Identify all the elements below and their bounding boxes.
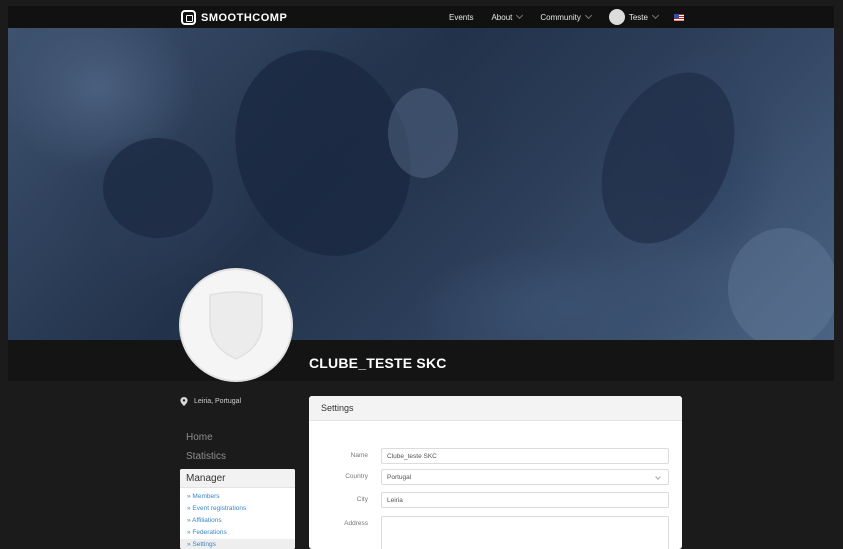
nav-community[interactable]: Community bbox=[540, 11, 592, 22]
address-row: Address bbox=[309, 516, 682, 549]
top-navbar: SMOOTHCOMP Events About Community Teste bbox=[8, 6, 834, 28]
chevron-down-icon bbox=[655, 474, 661, 480]
club-logo bbox=[179, 268, 293, 382]
manager-link-settings[interactable]: » Settings bbox=[180, 539, 295, 549]
cover-photo-shape bbox=[103, 138, 213, 238]
nav-events[interactable]: Events bbox=[449, 13, 473, 22]
settings-panel-title: Settings bbox=[309, 396, 682, 421]
nav-about[interactable]: About bbox=[491, 11, 524, 22]
manager-link-event-registrations[interactable]: » Event registrations bbox=[187, 503, 288, 515]
user-name: Teste bbox=[628, 12, 648, 22]
manager-link-affiliations[interactable]: » Affiliations bbox=[187, 515, 288, 527]
smoothcomp-logo[interactable]: SMOOTHCOMP bbox=[181, 10, 287, 25]
brand-name: SMOOTHCOMP bbox=[201, 11, 288, 24]
nav-events-label: Events bbox=[449, 12, 474, 22]
manager-links: » Members » Event registrations » Affili… bbox=[180, 488, 295, 549]
manager-link-members[interactable]: » Members bbox=[187, 491, 288, 503]
country-label: Country bbox=[345, 473, 368, 480]
nav-about-label: About bbox=[491, 12, 513, 22]
club-cover-image bbox=[8, 28, 834, 340]
address-textarea[interactable] bbox=[381, 516, 669, 549]
city-label: City bbox=[356, 496, 368, 503]
country-select[interactable]: Portugal bbox=[381, 469, 669, 485]
page: SMOOTHCOMP Events About Community Teste … bbox=[0, 0, 843, 549]
cover-photo-shape bbox=[728, 228, 834, 340]
name-field[interactable]: Clube_teste SKC bbox=[381, 448, 669, 464]
city-row: City Leiria bbox=[309, 492, 682, 508]
shield-icon bbox=[209, 291, 263, 360]
map-pin-icon bbox=[180, 397, 188, 406]
address-label: Address bbox=[344, 520, 368, 527]
club-location: Leiria, Portugal bbox=[180, 397, 241, 406]
chevron-down-icon bbox=[516, 11, 524, 20]
sidebar-item-statistics[interactable]: Statistics bbox=[186, 451, 226, 462]
nav-community-label: Community bbox=[540, 12, 581, 22]
location-text: Leiria, Portugal bbox=[194, 398, 242, 405]
country-row: Country Portugal bbox=[309, 469, 682, 485]
cover-photo-shape bbox=[575, 51, 761, 265]
chevron-down-icon bbox=[584, 11, 592, 20]
city-field[interactable]: Leiria bbox=[381, 492, 669, 508]
manager-menu-title: Manager bbox=[180, 469, 295, 488]
manager-link-federations[interactable]: » Federations bbox=[187, 527, 288, 539]
country-value: Portugal bbox=[387, 474, 412, 481]
name-row: Name Clube_teste SKC bbox=[309, 448, 682, 464]
main-nav: Events About Community Teste bbox=[449, 6, 684, 28]
avatar bbox=[608, 9, 625, 25]
chevron-down-icon bbox=[651, 11, 659, 20]
cover-photo-shape bbox=[388, 88, 458, 178]
user-menu[interactable]: Teste bbox=[608, 9, 659, 25]
name-label: Name bbox=[350, 452, 368, 459]
manager-menu: Manager » Members » Event registrations … bbox=[180, 469, 295, 549]
logo-icon bbox=[181, 10, 196, 25]
sidebar-item-home[interactable]: Home bbox=[186, 432, 213, 443]
us-flag-icon[interactable] bbox=[673, 13, 684, 21]
club-title: CLUBE_TESTE SKC bbox=[309, 355, 447, 371]
